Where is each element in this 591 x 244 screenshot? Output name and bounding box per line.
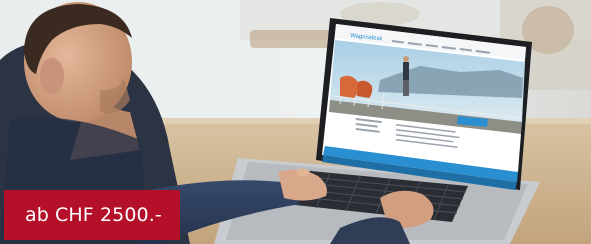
promo-card: Wagnisdesk ab CHF 2500.-	[0, 0, 591, 244]
price-label: ab CHF 2500.-	[25, 204, 162, 226]
price-badge: ab CHF 2500.-	[4, 190, 180, 240]
